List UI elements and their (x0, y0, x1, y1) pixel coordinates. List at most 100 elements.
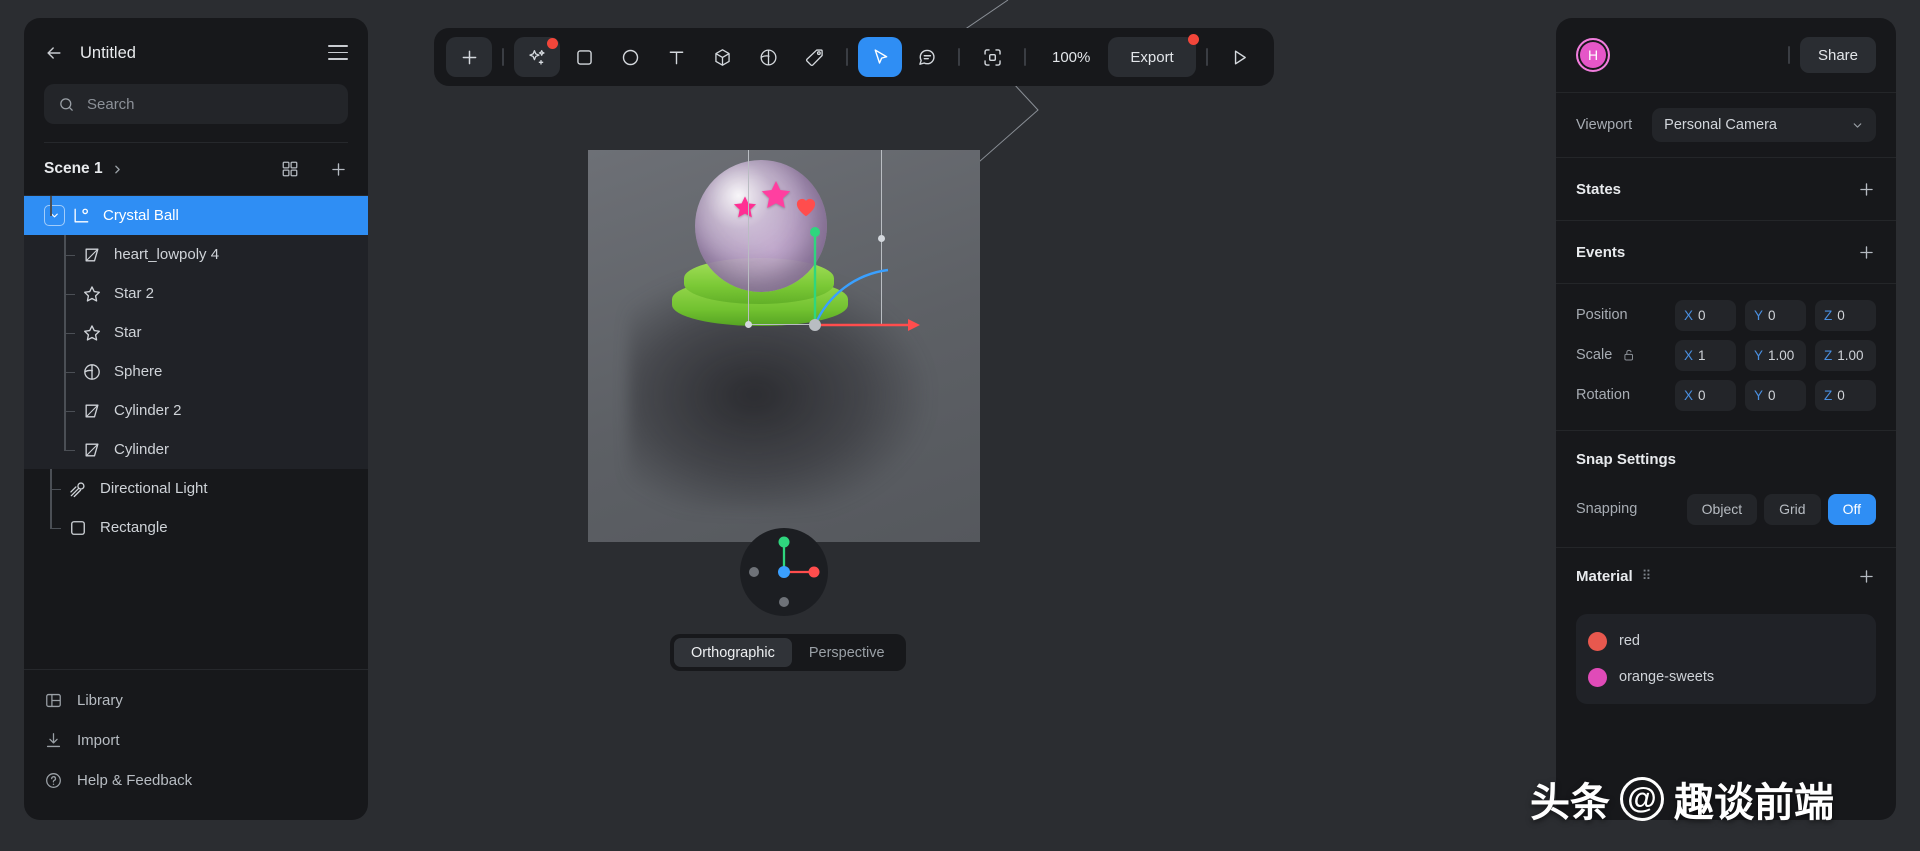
tree-row[interactable]: Crystal Ball (24, 196, 368, 235)
position-z-value: 0 (1837, 307, 1845, 323)
scene-row[interactable]: Scene 1 (24, 143, 368, 195)
toolbar-separator (958, 48, 960, 66)
pen-tool-icon[interactable] (792, 37, 836, 77)
viewport-canvas[interactable]: Orthographic Perspective (368, 0, 1548, 851)
scale-label: Scale (1576, 347, 1613, 363)
add-event-button[interactable] (1857, 243, 1876, 262)
zoom-level[interactable]: 100% (1036, 49, 1106, 66)
sidebar-item-label: Help & Feedback (77, 771, 193, 789)
scale-z-input[interactable]: Z 1.00 (1815, 339, 1876, 371)
rotation-y-input[interactable]: Y0 (1745, 379, 1806, 411)
frame-select-icon[interactable] (970, 37, 1014, 77)
sphere-tool-icon[interactable] (746, 37, 790, 77)
position-x-input[interactable]: X0 (1675, 299, 1736, 331)
material-item[interactable]: orange-sweets (1588, 659, 1864, 695)
scale-y-input[interactable]: Y 1.00 (1745, 339, 1806, 371)
tree-row[interactable]: Cylinder (24, 430, 368, 469)
position-z-input[interactable]: Z0 (1815, 299, 1876, 331)
tree-row-label: Rectangle (100, 519, 168, 536)
material-title: Material (1576, 567, 1633, 585)
share-button[interactable]: Share (1799, 37, 1876, 73)
cube-tool-icon[interactable] (700, 37, 744, 77)
axis-label-x: X (1684, 347, 1694, 363)
play-preview-icon[interactable] (1218, 37, 1262, 77)
axis-label-z: Z (1824, 387, 1833, 403)
transform-gizmo[interactable] (588, 150, 980, 542)
export-button[interactable]: Export (1108, 34, 1199, 77)
cursor-select-icon[interactable] (858, 37, 902, 77)
square-tool-icon[interactable] (562, 37, 606, 77)
projection-orthographic[interactable]: Orthographic (674, 638, 792, 667)
circle-tool-icon[interactable] (608, 37, 652, 77)
export-button-label: Export (1130, 48, 1174, 66)
axis-label-x: X (1684, 307, 1694, 323)
snapping-label: Snapping (1576, 501, 1638, 517)
document-title[interactable]: Untitled (80, 44, 312, 63)
group-icon (74, 208, 89, 222)
snap-option-object[interactable]: Object (1686, 493, 1758, 525)
tree-row[interactable]: Sphere (24, 352, 368, 391)
gizmo-axis-y (810, 227, 820, 237)
add-state-button[interactable] (1857, 180, 1876, 199)
states-section: States (1556, 158, 1896, 220)
mesh-icon (85, 443, 99, 456)
back-arrow-icon[interactable] (44, 43, 64, 63)
hamburger-menu-icon[interactable] (328, 45, 348, 61)
sidebar-item-import[interactable]: Import (24, 720, 368, 760)
viewport-camera-select[interactable]: Personal Camera (1652, 108, 1876, 142)
projection-perspective[interactable]: Perspective (792, 638, 902, 667)
top-toolbar: 100% Export (434, 28, 1274, 86)
drag-handle-icon[interactable]: ⠿ (1642, 568, 1653, 584)
scene-render-frame[interactable] (588, 150, 980, 542)
projection-toggle: Orthographic Perspective (670, 634, 906, 671)
layer-group-children: heart_lowpoly 4 Star 2 Star Sphere Cylin (24, 235, 368, 469)
axis-orientation-gizmo[interactable] (740, 528, 828, 616)
unlock-icon[interactable] (1622, 348, 1636, 362)
snap-option-off[interactable]: Off (1827, 493, 1876, 525)
gizmo-negy-handle (779, 597, 789, 607)
material-list: red orange-sweets (1576, 614, 1876, 704)
sidebar-item-library[interactable]: Library (24, 680, 368, 720)
add-layer-icon[interactable] (329, 160, 348, 179)
rotation-y-value: 0 (1768, 387, 1776, 403)
snapping-row: Snapping Object Grid Off (1556, 487, 1896, 531)
viewport-camera-value: Personal Camera (1664, 117, 1777, 133)
axis-label-y: Y (1754, 307, 1764, 323)
gizmo-negx-handle (749, 567, 759, 577)
chevron-down-icon[interactable] (44, 205, 65, 226)
toolbar-separator (1024, 48, 1026, 66)
chevron-down-icon (1853, 122, 1862, 128)
events-title: Events (1576, 243, 1626, 261)
grid-view-icon[interactable] (281, 160, 299, 178)
rotation-x-value: 0 (1698, 387, 1706, 403)
material-color-swatch (1588, 631, 1607, 651)
tree-row[interactable]: Star (24, 313, 368, 352)
sidebar-item-help[interactable]: Help & Feedback (24, 760, 368, 800)
scale-x-input[interactable]: X1 (1675, 339, 1736, 371)
toolbar-separator (502, 48, 504, 66)
material-item[interactable]: red (1588, 623, 1864, 659)
avatar[interactable]: H (1576, 38, 1610, 72)
gizmo-axis-x (908, 319, 920, 331)
search-input[interactable]: Search (44, 84, 348, 124)
position-y-input[interactable]: Y0 (1745, 299, 1806, 331)
tree-row[interactable]: heart_lowpoly 4 (24, 235, 368, 274)
text-tool-icon[interactable] (654, 37, 698, 77)
tree-row[interactable]: Rectangle (24, 508, 368, 547)
comment-icon[interactable] (904, 37, 948, 77)
sidebar-header: Untitled Search (24, 18, 368, 143)
rotation-z-input[interactable]: Z0 (1815, 379, 1876, 411)
star-icon (84, 285, 101, 302)
add-icon[interactable] (446, 37, 492, 77)
add-material-button[interactable] (1857, 567, 1876, 586)
gizmo-origin (809, 319, 821, 331)
rotation-x-input[interactable]: X0 (1675, 379, 1736, 411)
tree-row[interactable]: Cylinder 2 (24, 391, 368, 430)
ai-generate-icon[interactable] (514, 37, 560, 77)
tree-row[interactable]: Directional Light (24, 469, 368, 508)
tree-row[interactable]: Star 2 (24, 274, 368, 313)
right-properties-panel: H Share Viewport Personal Camera States … (1556, 18, 1896, 820)
panel-header: H Share (1556, 18, 1896, 92)
snap-option-grid[interactable]: Grid (1764, 493, 1821, 525)
tree-row-label: heart_lowpoly 4 (114, 246, 220, 263)
